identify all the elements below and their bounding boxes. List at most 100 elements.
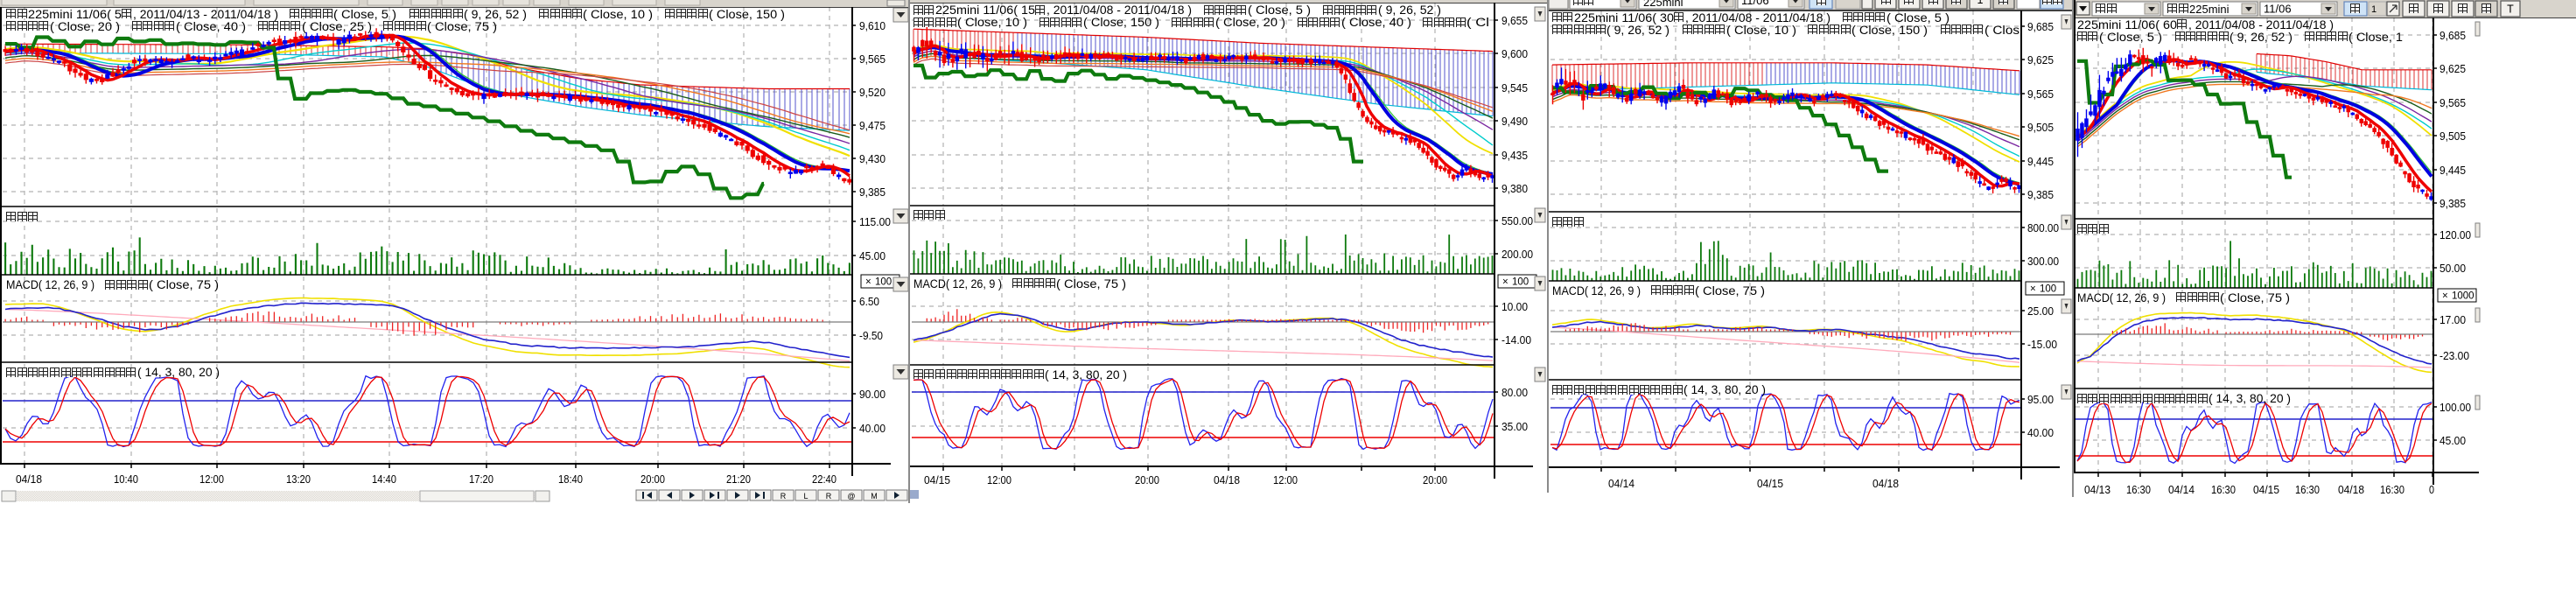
svg-text:9,520: 9,520 (859, 86, 886, 99)
svg-text:04/15: 04/15 (2253, 484, 2279, 496)
svg-text:9,600: 9,600 (1502, 47, 1528, 60)
svg-text:35.00: 35.00 (1502, 420, 1528, 433)
svg-text:100: 100 (2040, 284, 2056, 295)
svg-text:225mini 11/06( 60: 225mini 11/06( 60 (2077, 18, 2177, 32)
svg-text:-14.00: -14.00 (1502, 333, 1531, 346)
svg-text:×: × (2030, 284, 2036, 295)
svg-text:( Close, 75 ): ( Close, 75 ) (2220, 291, 2290, 304)
svg-text:04/13: 04/13 (2084, 484, 2110, 496)
svg-text:( Close, 150 ): ( Close, 150 ) (1852, 24, 1928, 37)
svg-text:16:30: 16:30 (2126, 484, 2151, 496)
svg-text:( 14, 3, 80, 20 ): ( 14, 3, 80, 20 ) (1684, 383, 1766, 396)
svg-text:04/15: 04/15 (924, 474, 950, 486)
svg-text:17:20: 17:20 (469, 473, 494, 486)
svg-text:( Close, 25 ): ( Close, 25 ) (302, 20, 372, 33)
svg-text:10.00: 10.00 (1502, 300, 1528, 313)
svg-text:6.50: 6.50 (859, 295, 879, 308)
svg-text:( 9, 26, 52 ): ( 9, 26, 52 ) (2230, 31, 2292, 44)
svg-text:9,475: 9,475 (859, 119, 886, 132)
svg-text:MACD( 12, 26, 9 ): MACD( 12, 26, 9 ) (1552, 284, 1641, 298)
svg-text:, 2011/04/08 - 2011/04/18 ): , 2011/04/08 - 2011/04/18 ) (2188, 18, 2334, 32)
svg-text:9,625: 9,625 (2440, 62, 2466, 75)
svg-text:( Close, 5 ): ( Close, 5 ) (2099, 31, 2162, 44)
svg-text:18:40: 18:40 (558, 473, 583, 486)
svg-text:13:20: 13:20 (286, 473, 311, 486)
svg-text:115.00: 115.00 (859, 215, 891, 228)
svg-text:45.00: 45.00 (859, 249, 886, 262)
svg-text:9,490: 9,490 (1502, 115, 1528, 128)
svg-text:, 2011/04/08 - 2011/04/18 ): , 2011/04/08 - 2011/04/18 ) (1685, 11, 1830, 24)
svg-text:( Clos: ( Clos (1984, 24, 2020, 37)
svg-text:-9.50: -9.50 (859, 329, 883, 342)
svg-text:MACD( 12, 26, 9 ): MACD( 12, 26, 9 ) (914, 277, 1002, 290)
svg-text:( 9, 26, 52 ): ( 9, 26, 52 ) (1378, 4, 1441, 17)
svg-text:10:40: 10:40 (114, 473, 138, 486)
svg-text:95.00: 95.00 (2027, 393, 2054, 406)
svg-text:T: T (2507, 4, 2514, 16)
svg-text:9,430: 9,430 (859, 152, 886, 165)
svg-text:( Close, 40 ): ( Close, 40 ) (176, 20, 246, 33)
svg-text:( Close, 20 ): ( Close, 20 ) (1215, 16, 1285, 29)
svg-text:×: × (2442, 291, 2448, 302)
svg-text:( Close, 5 ): ( Close, 5 ) (333, 8, 396, 21)
svg-text:25.00: 25.00 (2027, 304, 2054, 318)
svg-text:( Close, 150 ): ( Close, 150 ) (1083, 16, 1159, 29)
svg-text:( Close, 40 ): ( Close, 40 ) (1341, 16, 1411, 29)
svg-text:11/06: 11/06 (2264, 3, 2292, 16)
svg-text:( Cl: ( Cl (1466, 16, 1489, 29)
svg-text:9,505: 9,505 (2027, 121, 2054, 134)
svg-text:9,685: 9,685 (2440, 29, 2466, 42)
svg-text:0: 0 (2429, 484, 2434, 496)
svg-text:21:20: 21:20 (726, 473, 751, 486)
svg-text:04/18: 04/18 (2338, 484, 2364, 496)
svg-text:04/14: 04/14 (1608, 478, 1634, 490)
svg-text:( 9, 26, 52 ): ( 9, 26, 52 ) (1606, 24, 1670, 37)
svg-text:12:00: 12:00 (987, 474, 1012, 486)
svg-text:225mini: 225mini (2189, 3, 2230, 16)
svg-text:120.00: 120.00 (2440, 228, 2471, 242)
svg-text:20:00: 20:00 (1423, 474, 1447, 486)
svg-text:MACD( 12, 26, 9 ): MACD( 12, 26, 9 ) (2077, 291, 2166, 304)
svg-text:( Close, 150 ): ( Close, 150 ) (709, 8, 785, 21)
svg-text:80.00: 80.00 (1502, 386, 1528, 399)
svg-text:225mini: 225mini (1643, 0, 1684, 9)
svg-text:9,385: 9,385 (859, 186, 886, 199)
svg-text:100.00: 100.00 (2440, 401, 2471, 414)
svg-text:-23.00: -23.00 (2440, 349, 2469, 362)
svg-text:( Close, 10 ): ( Close, 10 ) (583, 8, 653, 21)
svg-text:04/14: 04/14 (2168, 484, 2194, 496)
svg-text:90.00: 90.00 (859, 388, 886, 401)
svg-text:( Close, 5 ): ( Close, 5 ) (1886, 11, 1950, 24)
svg-text:L: L (803, 492, 808, 500)
svg-text:, 2011/04/13 - 2011/04/18 ): , 2011/04/13 - 2011/04/18 ) (133, 8, 278, 21)
svg-text:12:00: 12:00 (200, 473, 224, 486)
svg-text:22:40: 22:40 (812, 473, 836, 486)
svg-text:40.00: 40.00 (2027, 426, 2054, 439)
svg-text:M: M (871, 492, 878, 500)
svg-text:9,655: 9,655 (1502, 14, 1528, 27)
svg-text:225mini 11/06( 5: 225mini 11/06( 5 (28, 8, 122, 21)
svg-text:04/18: 04/18 (1872, 478, 1899, 490)
svg-text:225mini 11/06( 15: 225mini 11/06( 15 (935, 4, 1035, 17)
svg-text:300.00: 300.00 (2027, 255, 2059, 268)
svg-text:17.00: 17.00 (2440, 313, 2466, 326)
svg-text:04/18: 04/18 (1214, 474, 1240, 486)
svg-text:9,565: 9,565 (859, 52, 886, 66)
svg-text:9,445: 9,445 (2440, 164, 2466, 177)
svg-text:20:00: 20:00 (640, 473, 665, 486)
svg-text:04/15: 04/15 (1757, 478, 1783, 490)
svg-text:9,610: 9,610 (859, 19, 886, 32)
svg-text:R: R (826, 492, 832, 500)
svg-text:14:40: 14:40 (372, 473, 396, 486)
svg-text:9,385: 9,385 (2027, 188, 2054, 201)
svg-text:( Close, 10 ): ( Close, 10 ) (957, 16, 1027, 29)
svg-text:11/06: 11/06 (1741, 0, 1769, 7)
svg-text:50.00: 50.00 (2440, 262, 2466, 275)
svg-text:225mini 11/06( 30: 225mini 11/06( 30 (1574, 11, 1674, 24)
svg-text:@: @ (847, 492, 855, 500)
svg-text:20:00: 20:00 (1135, 474, 1159, 486)
svg-text:-15.00: -15.00 (2027, 338, 2057, 351)
svg-text:40.00: 40.00 (859, 422, 886, 435)
svg-text:9,565: 9,565 (2440, 96, 2466, 109)
svg-text:( 14, 3, 80, 20 ): ( 14, 3, 80, 20 ) (1045, 368, 1127, 382)
